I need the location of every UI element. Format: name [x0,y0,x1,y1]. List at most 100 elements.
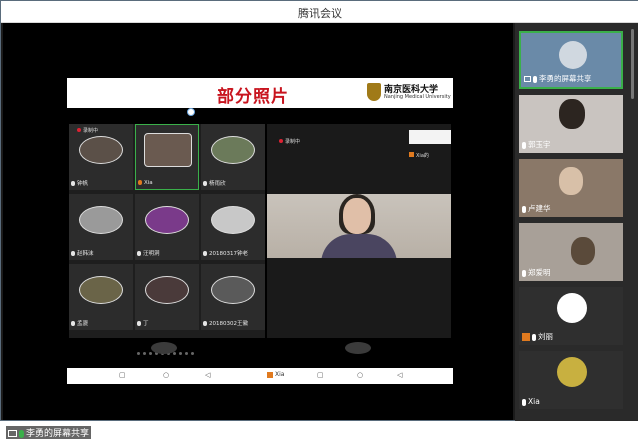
sidebar-tile[interactable]: 郑爱明 [519,223,623,281]
name-text: 丁 [143,321,149,327]
camera-icon[interactable] [151,342,177,354]
tile-label: 郭玉宇 [522,139,551,150]
mic-icon [71,321,75,326]
recent-apps-icon[interactable]: ▢ [119,371,126,379]
avatar [559,167,583,195]
mic-icon [203,321,207,326]
logo-en-text: Nanjing Medical University [384,94,451,100]
presentation-slide: 部分照片 南京医科大学 Nanjing Medical University 录… [67,78,453,384]
sidebar-tile[interactable]: 郭玉宇 [519,95,623,153]
participant-name: 汪明洞 [137,249,160,257]
grid-cell[interactable]: 汪明洞 [135,194,199,260]
tile-label-text: 郑爱明 [528,268,551,277]
avatar [559,41,587,69]
tile-label: 李勇的屏幕共享 [524,73,592,84]
participant-name: 丁 [137,319,149,327]
avatar [557,293,587,323]
participant-name: 20180302王徽 [203,319,248,327]
bottom-name-text: Xia [275,371,285,378]
record-dot-icon [77,128,81,132]
tile-label-text: 郭玉宇 [528,140,551,149]
avatar [79,276,123,304]
back-icon[interactable]: ◁ [397,371,402,379]
recording-label: 录制中 [285,139,301,145]
name-text: 杨雨欣 [209,181,226,187]
speaker-body [321,234,397,258]
name-text: 汪明洞 [143,251,160,257]
participant-grid: 录制中 钟帆 Xia 杨雨欣 赵韩沫 汪明洞 20180317钟老 孟骁 丁 2… [69,124,265,338]
avatar [557,357,587,387]
sidebar-tile[interactable]: Xia [519,351,623,409]
screen-share-label: 李勇的屏幕共享 [6,426,92,439]
thumb-name-text: Xia的 [416,153,429,159]
home-icon[interactable]: ○ [163,371,169,379]
sidebar-tile[interactable]: 卢建华 [519,159,623,217]
grid-cell[interactable]: 杨雨欣 [201,124,265,190]
name-text: 赵韩沫 [77,251,94,257]
grid-cell[interactable]: 20180317钟老 [201,194,265,260]
phone-nav-bar: ▢ ○ ◁ Xia ▢ ○ ◁ [67,368,453,384]
host-badge-icon [522,333,530,341]
tile-label-text: 李勇的屏幕共享 [539,74,592,83]
grid-cell[interactable]: 丁 [135,264,199,330]
active-speaker-panel[interactable]: 录制中 Xia的 [267,124,451,338]
mic-icon [532,333,536,341]
mic-icon [137,321,141,326]
mic-icon [203,181,207,186]
cursor-icon [187,108,195,116]
screen-share-icon [524,76,531,82]
participant-name: 杨雨欣 [203,179,226,187]
recent-apps-icon[interactable]: ▢ [317,371,324,379]
mic-icon [522,141,526,149]
home-icon[interactable]: ○ [357,371,363,379]
avatar [144,133,192,167]
tile-label: 卢建华 [522,203,551,214]
sidebar-tile-share[interactable]: 李勇的屏幕共享 [519,31,623,89]
grid-cell[interactable]: 录制中 钟帆 [69,124,133,190]
name-text: 20180317钟老 [209,251,248,257]
shared-screen-area[interactable]: 部分照片 南京医科大学 Nanjing Medical University 录… [3,23,513,439]
participant-name: 赵韩沫 [71,249,94,257]
tile-label-text: Xia [528,397,540,406]
back-icon[interactable]: ◁ [205,371,210,379]
grid-cell[interactable]: 赵韩沫 [69,194,133,260]
avatar [211,276,255,304]
recording-indicator: 录制中 [77,127,98,134]
name-text: 钟帆 [77,181,89,187]
mic-icon [203,251,207,256]
window-title: 腾讯会议 [298,7,342,20]
sidebar-tile[interactable]: 刘丽 [519,287,623,345]
participant-name: 20180317钟老 [203,249,248,257]
mic-icon [71,181,75,186]
grid-cell[interactable]: Xia [135,124,199,190]
mic-icon [522,205,526,213]
share-label-text: 李勇的屏幕共享 [26,429,90,439]
host-badge-icon [267,371,273,378]
grid-cell[interactable]: 20180302王徽 [201,264,265,330]
mic-icon [522,398,526,406]
camera-icon[interactable] [345,342,371,354]
title-bar[interactable]: 腾讯会议 [1,1,638,23]
grid-cell[interactable]: 孟骁 [69,264,133,330]
self-preview-thumb[interactable] [409,130,451,144]
mic-icon [533,75,537,83]
self-preview-name: Xia的 [409,152,429,159]
mic-icon [137,251,141,256]
meeting-window: 腾讯会议 部分照片 南京医科大学 Nanjing Medical Univers… [0,0,638,439]
host-badge-icon [409,152,414,157]
university-shield-icon [367,83,381,101]
name-text: 20180302王徽 [209,321,248,327]
mic-icon [522,269,526,277]
avatar [211,206,255,234]
record-dot-icon [279,139,283,143]
nav-speaker-name: Xia [267,371,284,378]
speaker-face [343,198,371,234]
participant-sidebar: 李勇的屏幕共享 郭玉宇 卢建华 郑爱明 刘丽 Xia [515,23,638,421]
recording-indicator: 录制中 [279,138,300,145]
mic-icon [71,251,75,256]
mic-icon [19,429,24,438]
participant-name: 孟骁 [71,319,88,327]
avatar [145,276,189,304]
tile-label-text: 卢建华 [528,204,551,213]
sidebar-scrollbar[interactable] [631,29,634,99]
